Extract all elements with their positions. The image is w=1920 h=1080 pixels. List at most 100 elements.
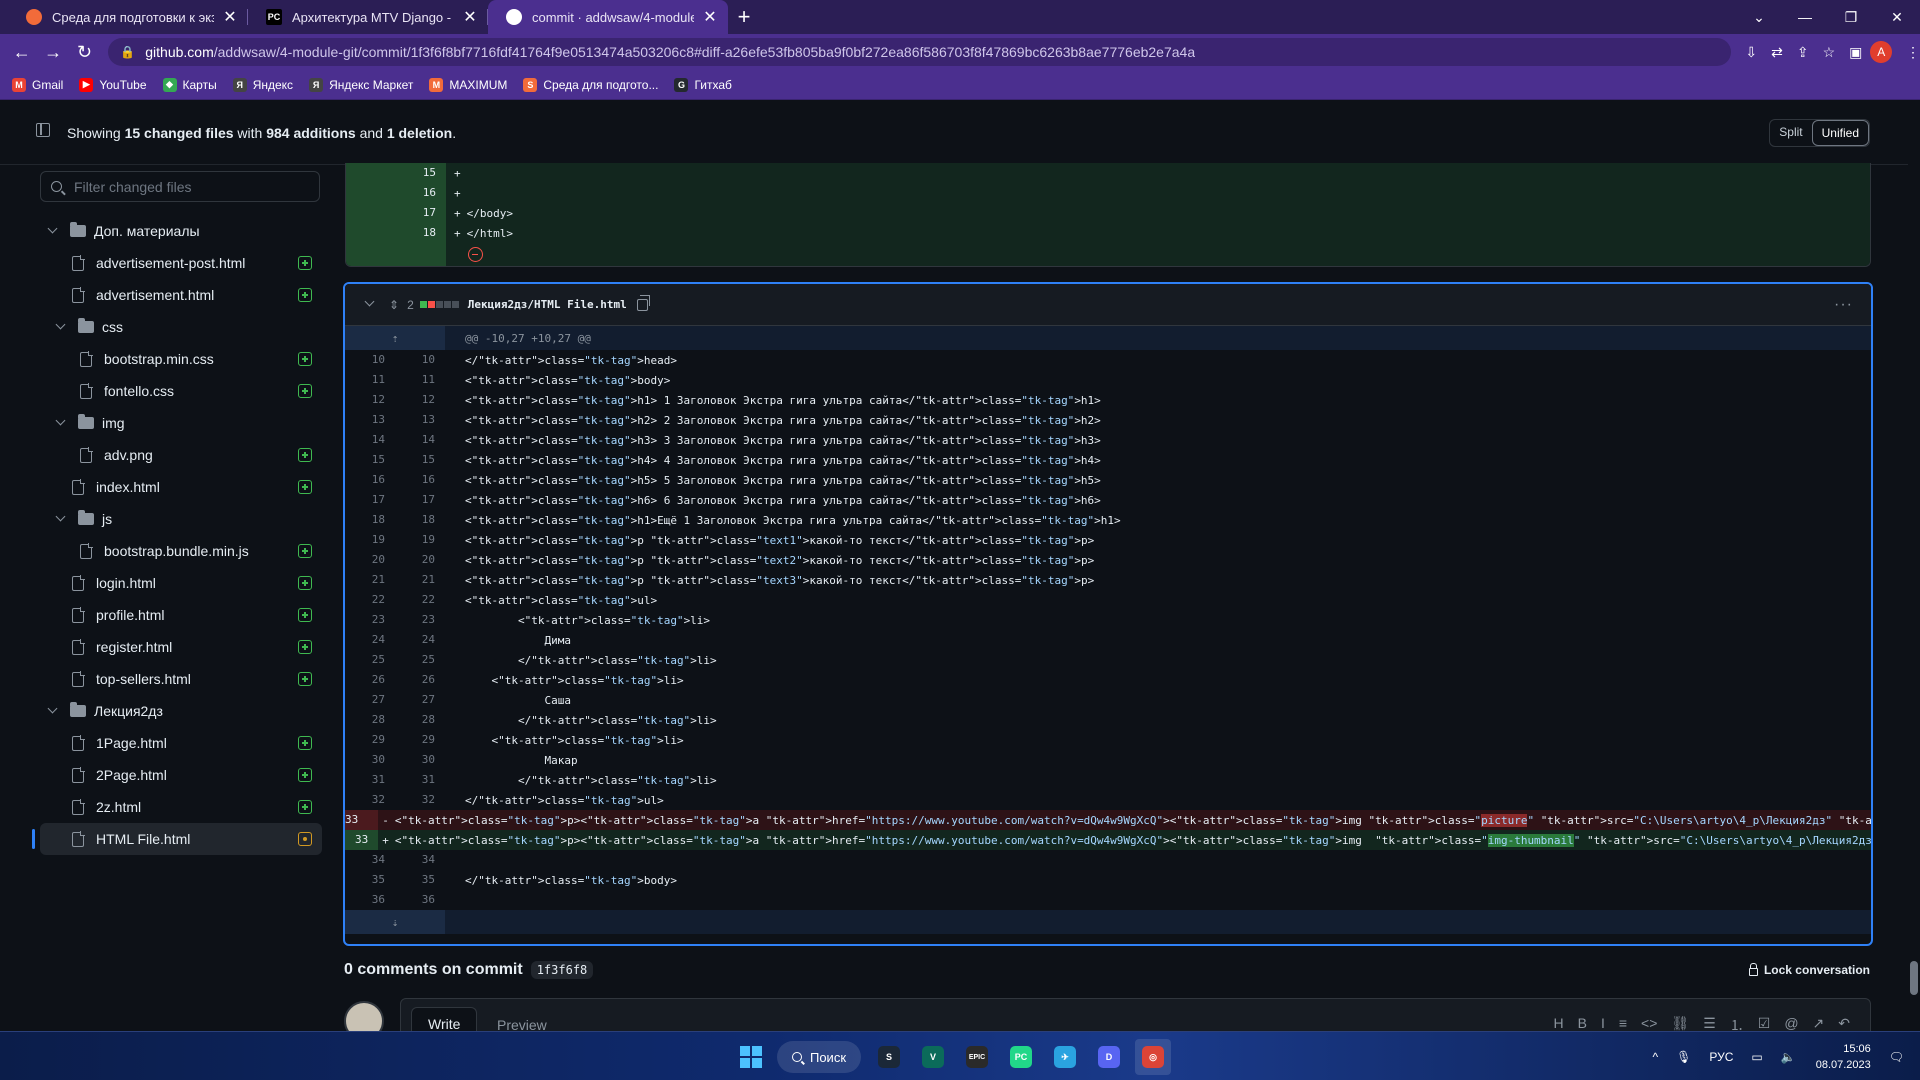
new-line-number[interactable]: 27 [395, 690, 445, 710]
line-number[interactable]: 15 [346, 163, 446, 183]
tree-folder[interactable]: Лекция2дз [40, 695, 322, 727]
line-number[interactable]: 18 [346, 223, 446, 243]
tree-file[interactable]: fontello.css [40, 375, 322, 407]
old-line-number[interactable]: 15 [345, 450, 395, 470]
copy-path-icon[interactable] [636, 294, 650, 311]
lock-conversation-button[interactable]: Lock conversation [1748, 963, 1870, 977]
toggle-file-tree-icon[interactable] [36, 123, 50, 137]
volume-icon[interactable]: 🔈 [1781, 1050, 1796, 1064]
file-options-kebab-icon[interactable]: ··· [1834, 296, 1853, 314]
old-line-number[interactable]: 23 [345, 610, 395, 630]
new-line-number[interactable]: 14 [395, 430, 445, 450]
expand-down-icon[interactable]: ⇣ [345, 910, 445, 934]
old-line-number[interactable] [345, 830, 355, 850]
new-line-number[interactable]: 16 [395, 470, 445, 490]
old-line-number[interactable]: 14 [345, 430, 395, 450]
new-line-number[interactable]: 23 [395, 610, 445, 630]
user-avatar[interactable] [344, 1001, 384, 1031]
markdown-tool-icon[interactable]: ↶ [1838, 1015, 1850, 1031]
markdown-tool-icon[interactable]: ⛓ [1671, 1015, 1689, 1031]
tree-file[interactable]: 2z.html [40, 791, 322, 823]
tree-folder[interactable]: img [40, 407, 322, 439]
back-button[interactable]: ← [6, 36, 37, 68]
old-line-number[interactable]: 26 [345, 670, 395, 690]
old-line-number[interactable]: 25 [345, 650, 395, 670]
chevron-down-icon[interactable] [56, 322, 66, 332]
close-tab-icon[interactable]: ✕ [462, 7, 478, 27]
unified-view-button[interactable]: Unified [1811, 120, 1869, 146]
markdown-tool-icon[interactable]: @ [1784, 1015, 1798, 1031]
new-line-number[interactable]: 25 [395, 650, 445, 670]
tree-file[interactable]: top-sellers.html [40, 663, 322, 695]
filter-files-field[interactable] [40, 171, 320, 202]
notification-icon[interactable]: 🗨 [1889, 1050, 1904, 1064]
bookmark-5[interactable]: Я Яндекс Маркет [309, 77, 413, 92]
diff-filename[interactable]: Лекция2дз/HTML File.html [468, 298, 627, 311]
old-line-number[interactable]: 28 [345, 710, 395, 730]
tree-file[interactable]: HTML File.html [32, 823, 322, 855]
new-line-number[interactable]: 20 [395, 550, 445, 570]
epic-taskbar-button[interactable]: EPIC [959, 1039, 995, 1075]
minimize-button[interactable]: — [1782, 0, 1828, 34]
tree-file[interactable]: login.html [40, 567, 322, 599]
old-line-number[interactable]: 12 [345, 390, 395, 410]
discord-taskbar-button[interactable]: D [1091, 1039, 1127, 1075]
share-icon[interactable]: ⇪ [1797, 44, 1809, 61]
old-line-number[interactable]: 13 [345, 410, 395, 430]
clock[interactable]: 15:06 08.07.2023 [1816, 1041, 1871, 1073]
split-view-button[interactable]: Split [1770, 120, 1811, 146]
site-lock-icon[interactable]: 🔒 [120, 45, 135, 59]
new-line-number[interactable]: 12 [395, 390, 445, 410]
new-line-number[interactable]: 22 [395, 590, 445, 610]
language-indicator[interactable]: РУС [1709, 1050, 1733, 1064]
new-line-number[interactable]: 10 [395, 350, 445, 370]
tree-file[interactable]: index.html [40, 471, 322, 503]
chevron-down-icon[interactable] [48, 226, 58, 236]
install-icon[interactable]: ⇩ [1745, 44, 1757, 61]
markdown-tool-icon[interactable]: ⒈ [1730, 1015, 1744, 1031]
new-line-number[interactable]: 11 [395, 370, 445, 390]
new-line-number[interactable]: 34 [395, 850, 445, 870]
old-line-number[interactable]: 22 [345, 590, 395, 610]
expand-all-icon[interactable]: ⇕ [389, 298, 399, 312]
scrollbar-thumb[interactable] [1910, 961, 1918, 995]
line-number[interactable]: 17 [346, 203, 446, 223]
tree-folder[interactable]: css [40, 311, 322, 343]
old-line-number[interactable]: 18 [345, 510, 395, 530]
close-tab-icon[interactable]: ✕ [222, 7, 238, 27]
new-line-number[interactable]: 26 [395, 670, 445, 690]
bookmark-1[interactable]: M Gmail [12, 77, 63, 92]
markdown-tool-icon[interactable]: ≡ [1619, 1015, 1627, 1031]
restore-button[interactable]: ❐ [1828, 0, 1874, 34]
chevron-down-icon[interactable] [56, 418, 66, 428]
new-line-number[interactable] [368, 810, 379, 830]
menu-kebab-icon[interactable]: ⋮ [1906, 44, 1920, 61]
close-window-button[interactable]: ✕ [1874, 0, 1920, 34]
old-line-number[interactable]: 31 [345, 770, 395, 790]
new-line-number[interactable]: 29 [395, 730, 445, 750]
old-line-number[interactable]: 16 [345, 470, 395, 490]
old-line-number[interactable]: 27 [345, 690, 395, 710]
bookmark-8[interactable]: G Гитхаб [674, 77, 732, 92]
translate-icon[interactable]: ⇄ [1771, 44, 1783, 61]
collapse-diff-chevron-icon[interactable] [365, 300, 375, 310]
bookmark-3[interactable]: ◆ Карты [162, 77, 217, 92]
old-line-number[interactable]: 19 [345, 530, 395, 550]
tree-file[interactable]: advertisement-post.html [40, 247, 322, 279]
expand-up-icon[interactable]: ⇡ [345, 326, 445, 350]
taskbar-search-button[interactable]: Поиск [777, 1041, 861, 1073]
new-line-number[interactable]: 15 [395, 450, 445, 470]
bookmark-4[interactable]: Я Яндекс [232, 77, 293, 92]
reload-button[interactable]: ↻ [69, 36, 100, 68]
tab-search-icon[interactable]: ⌄ [1736, 0, 1782, 34]
vpn-taskbar-button[interactable]: V [915, 1039, 951, 1075]
bookmark-6[interactable]: M MAXIMUM [429, 77, 507, 92]
old-line-number[interactable]: 34 [345, 850, 395, 870]
tree-file[interactable]: bootstrap.min.css [40, 343, 322, 375]
network-icon[interactable]: ▭ [1751, 1050, 1762, 1064]
new-line-number[interactable]: 33 [355, 830, 379, 850]
browser-tab-3[interactable]: commit · addwsaw/4-module-git ✕ [488, 0, 728, 34]
tray-overflow-chevron-icon[interactable]: ^ [1653, 1050, 1659, 1064]
old-line-number[interactable]: 30 [345, 750, 395, 770]
steam-taskbar-button[interactable]: S [871, 1039, 907, 1075]
